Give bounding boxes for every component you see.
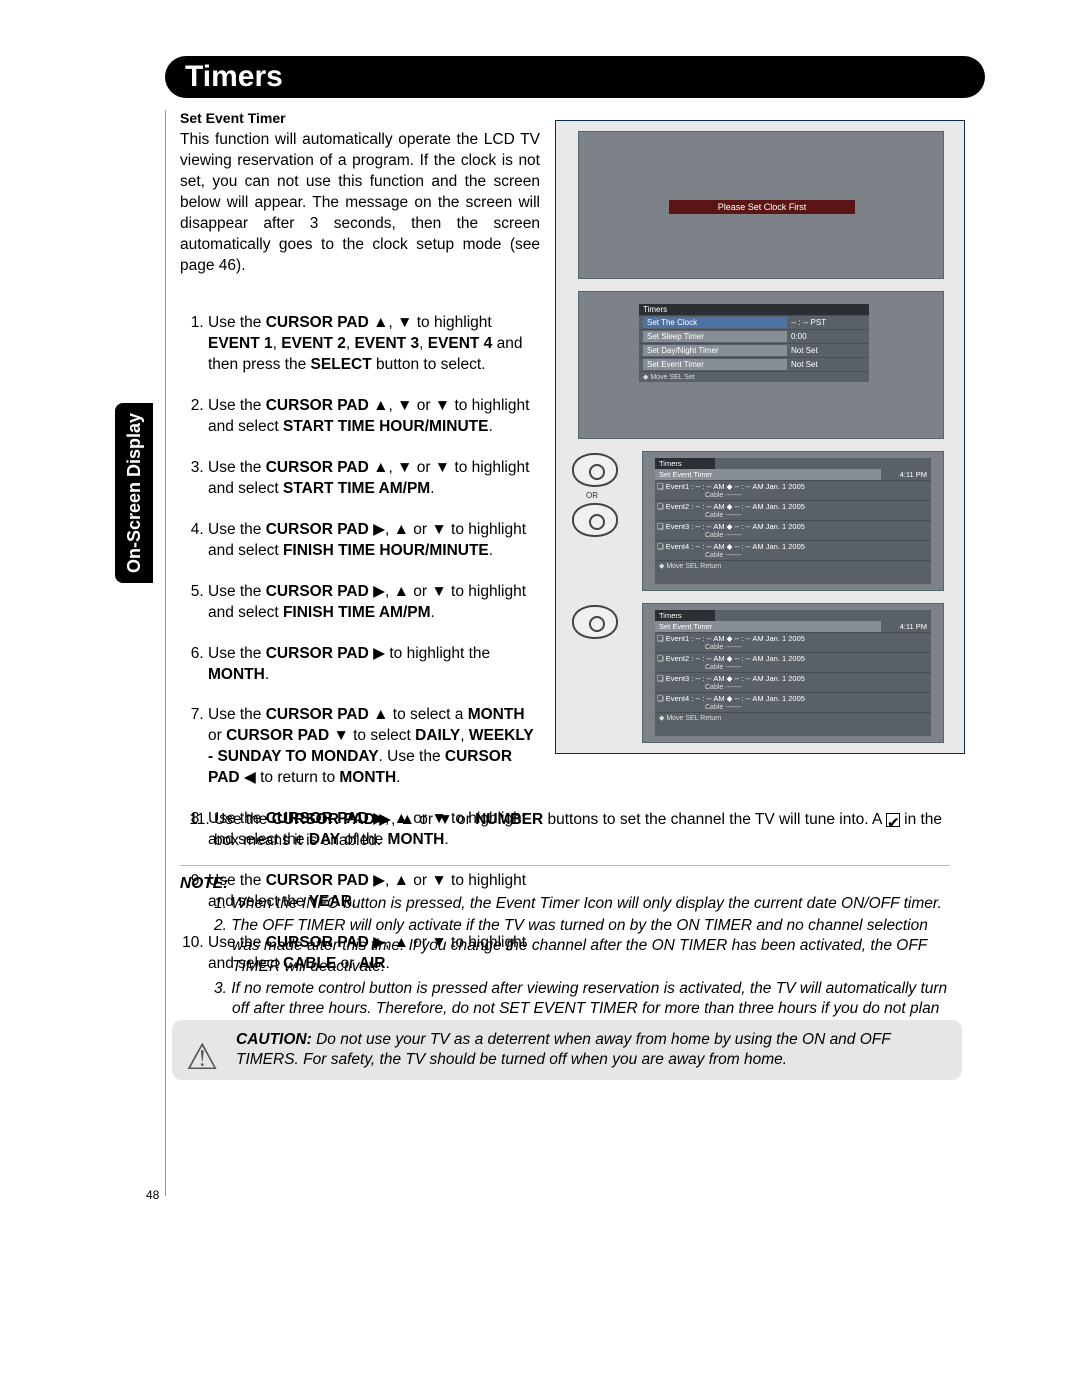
menu-title: Timers — [639, 304, 869, 315]
or-label: OR — [586, 491, 598, 500]
section-intro: This function will automatically operate… — [180, 130, 540, 276]
warning-icon: ⚠ — [186, 1034, 218, 1081]
step-6: Use the CURSOR PAD ▶ to highlight the MO… — [208, 644, 540, 686]
dpad-icon — [572, 453, 618, 487]
timers-menu: Timers Set The Clock-- : -- PST Set Slee… — [639, 304, 869, 382]
page-number: 48 — [146, 1188, 159, 1202]
step-4: Use the CURSOR PAD ▶, ▲ or ▼ to highligh… — [208, 520, 540, 562]
caution-body: Do not use your TV as a deterrent when a… — [236, 1031, 890, 1068]
side-tab: On-Screen Display — [115, 403, 153, 583]
note-label: NOTE: — [180, 875, 228, 892]
page-title: Timers — [185, 60, 283, 94]
step-11: Use the CURSOR PAD ▶, ▲ or ▼ or NUMBER b… — [214, 810, 955, 852]
caution-label: CAUTION: — [236, 1031, 312, 1048]
note-2: 2. The OFF TIMER will only activate if t… — [232, 916, 950, 976]
section-heading: Set Event Timer — [180, 110, 540, 126]
note-1: 1. When the INFO button is pressed, the … — [232, 894, 950, 914]
step-2: Use the CURSOR PAD ▲, ▼ or ▼ to highligh… — [208, 396, 540, 438]
tv-screen-timers-menu: Timers Set The Clock-- : -- PST Set Slee… — [578, 291, 944, 439]
margin-divider — [165, 110, 166, 1196]
dpad-icon — [572, 503, 618, 537]
caution-box: ⚠ CAUTION: Do not use your TV as a deter… — [172, 1020, 962, 1080]
menu-foot: ◆ Move SEL Set — [639, 371, 869, 382]
tv-screen-event-timer-2: Timers Set Event Timer4:11 PM ❏ Event1 :… — [642, 603, 944, 743]
dpad-icon — [572, 605, 618, 639]
note-block: NOTE: 1. When the INFO button is pressed… — [180, 865, 950, 1041]
full-width-steps: Use the CURSOR PAD ▶, ▲ or ▼ or NUMBER b… — [180, 810, 955, 872]
screen-panel: Please Set Clock First Timers Set The Cl… — [555, 120, 965, 754]
tv-screen-clock-warning: Please Set Clock First — [578, 131, 944, 279]
page-header: Timers — [165, 56, 985, 98]
step-7: Use the CURSOR PAD ▲ to select a MONTH o… — [208, 705, 540, 789]
step-1: Use the CURSOR PAD ▲, ▼ to highlight EVE… — [208, 313, 540, 376]
checkbox-icon: ✔ — [886, 813, 900, 827]
step-5: Use the CURSOR PAD ▶, ▲ or ▼ to highligh… — [208, 582, 540, 624]
tv-screen-event-timer-1: Timers Set Event Timer4:11 PM ❏ Event1 :… — [642, 451, 944, 591]
clock-warning-msg: Please Set Clock First — [669, 200, 855, 214]
side-tab-label: On-Screen Display — [124, 413, 145, 573]
step-3: Use the CURSOR PAD ▲, ▼ or ▼ to highligh… — [208, 458, 540, 500]
